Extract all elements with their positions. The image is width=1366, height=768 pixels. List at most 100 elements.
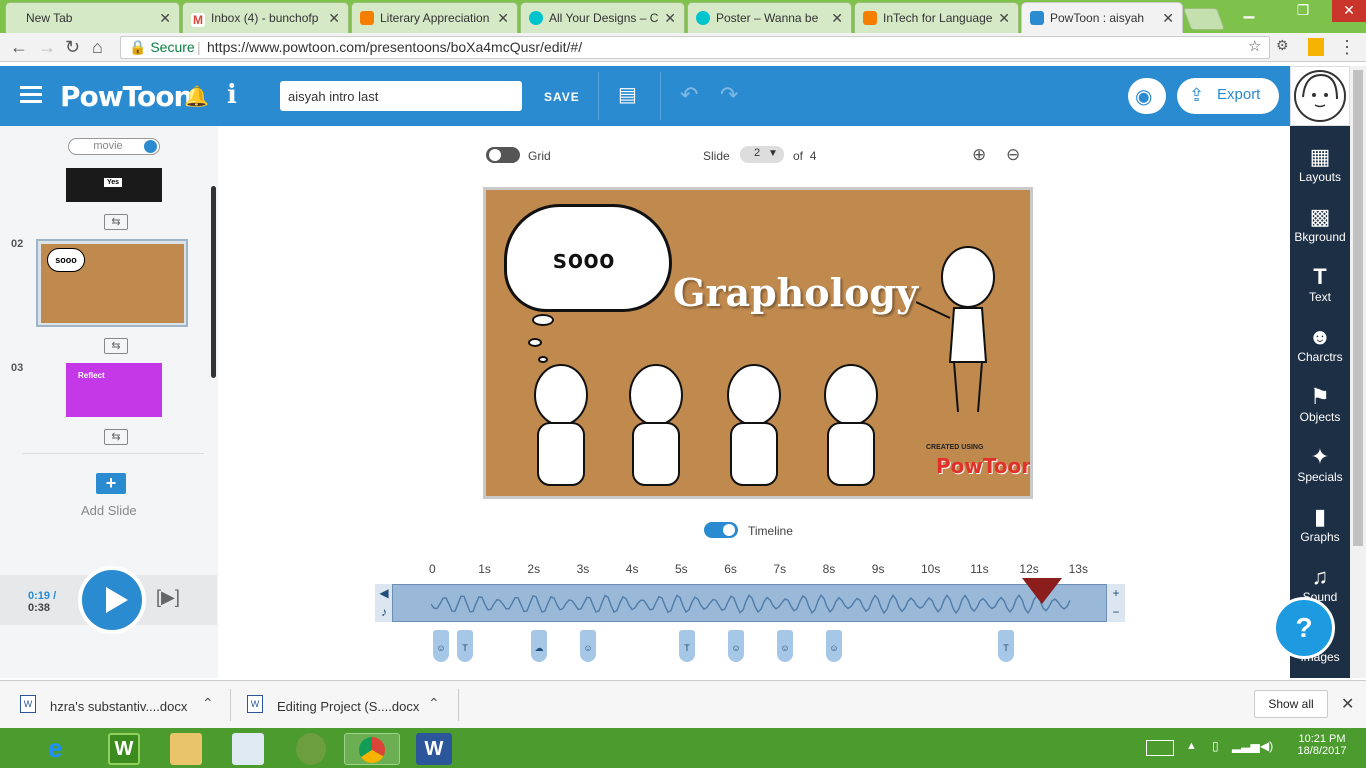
background-button[interactable]: ▩ Bkground (1290, 204, 1350, 244)
speaker-icon[interactable]: ◀ (375, 584, 393, 602)
add-slide-button[interactable]: + (96, 473, 126, 494)
chevron-up-icon[interactable]: ⌃ (202, 695, 214, 712)
movie-mode-toggle[interactable]: movie (68, 138, 160, 155)
zoom-out-icon[interactable]: ⊖ (1006, 145, 1026, 165)
show-all-button[interactable]: Show all (1254, 690, 1328, 718)
menu-icon[interactable]: ⋮ (1338, 37, 1356, 58)
app-icon[interactable] (232, 733, 264, 765)
slide-thumbnail-1[interactable]: Yes (66, 168, 162, 202)
new-tab-button[interactable] (1182, 8, 1226, 30)
signal-icon[interactable]: ▂▃▅ (1232, 739, 1260, 753)
characters-button[interactable]: ☻ Charctrs (1290, 324, 1350, 364)
zoom-in-icon[interactable]: ⊕ (972, 145, 992, 165)
timeline-toggle[interactable] (704, 522, 738, 538)
timeline-element-marker[interactable]: ☺ (433, 630, 449, 662)
minimize-icon[interactable]: ▁ (1234, 0, 1264, 22)
browser-tab-active[interactable]: PowToon : aisyah ✕ (1021, 2, 1183, 33)
slide-thumbnail-3[interactable]: Reflect (66, 363, 162, 417)
close-icon[interactable]: ✕ (831, 10, 843, 27)
timeline-element-marker[interactable]: T (679, 630, 695, 662)
browser-tab[interactable]: M Inbox (4) - bunchofp ✕ (182, 2, 349, 33)
tray-expand-icon[interactable]: ▲ (1186, 740, 1197, 752)
redo-icon[interactable]: ↷ (720, 82, 738, 108)
slide-canvas[interactable]: sooo Graphology CREATED USING PowToon (483, 187, 1033, 499)
close-icon[interactable]: ✕ (328, 10, 340, 27)
preview-button[interactable]: ◉ (1128, 78, 1166, 114)
play-button[interactable] (78, 566, 146, 634)
close-icon[interactable]: ✕ (497, 10, 509, 27)
timeline-element-marker[interactable]: ☁ (531, 630, 547, 662)
forward-icon[interactable]: → (38, 37, 56, 58)
extension-icon[interactable]: ⚙ (1276, 37, 1289, 54)
panel-scrollbar[interactable] (211, 186, 216, 378)
bell-icon[interactable]: 🔔 (184, 84, 209, 109)
objects-button[interactable]: ⚑ Objects (1290, 384, 1350, 424)
star-icon[interactable]: ☆ (1248, 37, 1261, 55)
info-icon[interactable]: i (227, 80, 237, 110)
slide-thumbnail-2[interactable]: sooo (41, 244, 184, 323)
slide-title-text[interactable]: Graphology (673, 270, 918, 315)
transition-button[interactable]: ⇆ (104, 338, 128, 354)
close-icon[interactable]: ✕ (159, 10, 171, 27)
home-icon[interactable]: ⌂ (92, 37, 103, 58)
characters-group[interactable] (516, 355, 896, 495)
download-item[interactable]: hzra's substantiv....docx (50, 699, 187, 714)
zoom-plus-icon[interactable]: + (1107, 584, 1125, 602)
layouts-button[interactable]: ▦ Layouts (1290, 144, 1350, 184)
close-icon[interactable]: ✕ (1162, 10, 1174, 27)
undo-icon[interactable]: ↶ (680, 82, 698, 108)
export-button[interactable]: ⇪ Export (1177, 78, 1279, 114)
browser-tab[interactable]: Literary Appreciation ✕ (351, 2, 518, 33)
bubble-text[interactable]: sooo (552, 245, 615, 275)
system-clock[interactable]: 10:21 PM 18/8/2017 (1282, 733, 1362, 757)
browser-tab[interactable]: All Your Designs – C ✕ (520, 2, 685, 33)
browser-tab[interactable]: New Tab ✕ (5, 2, 180, 33)
back-icon[interactable]: ← (10, 37, 28, 58)
grid-toggle[interactable] (486, 147, 520, 163)
music-icon[interactable]: ♪ (375, 603, 393, 621)
internet-explorer-icon[interactable]: e (48, 733, 62, 764)
chevron-up-icon[interactable]: ⌃ (428, 695, 440, 712)
volume-icon[interactable]: ◀) (1260, 739, 1273, 753)
chrome-taskbar-button[interactable] (344, 733, 400, 765)
help-button[interactable]: ? (1273, 597, 1335, 659)
transition-button[interactable]: ⇆ (104, 429, 128, 445)
close-icon[interactable]: ✕ (1341, 694, 1354, 714)
reload-icon[interactable]: ↻ (65, 37, 80, 58)
specials-button[interactable]: ✦ Specials (1290, 444, 1350, 484)
browser-tab[interactable]: InTech for Language ✕ (854, 2, 1019, 33)
wps-icon[interactable]: W (108, 733, 140, 765)
preview-frame-icon[interactable]: [▶] (156, 587, 196, 613)
graphs-button[interactable]: ▮ Graphs (1290, 504, 1350, 544)
close-window-icon[interactable]: ✕ (1332, 0, 1366, 22)
hamburger-icon[interactable] (20, 86, 42, 104)
close-icon[interactable]: ✕ (998, 10, 1010, 27)
browser-tab[interactable]: Poster – Wanna be ✕ (687, 2, 852, 33)
timeline-element-marker[interactable]: T (998, 630, 1014, 662)
zoom-minus-icon[interactable]: − (1107, 603, 1125, 621)
timeline-element-marker[interactable]: ☺ (777, 630, 793, 662)
battery-icon[interactable]: ▯ (1212, 739, 1219, 753)
timeline-element-marker[interactable]: ☺ (580, 630, 596, 662)
evernote-icon[interactable] (296, 733, 326, 765)
woman-character[interactable] (916, 242, 1006, 417)
app-logo[interactable]: PowToon (60, 80, 193, 113)
transition-button[interactable]: ⇆ (104, 214, 128, 230)
download-item[interactable]: Editing Project (S....docx (277, 699, 419, 714)
keyboard-icon[interactable] (1146, 740, 1174, 756)
slide-selector[interactable]: 2 ▼ (740, 146, 784, 163)
avatar[interactable] (1290, 66, 1350, 126)
document-icon[interactable]: ▤ (618, 82, 637, 107)
scrollbar-thumb[interactable] (1353, 70, 1363, 546)
timeline-track[interactable] (375, 584, 1125, 622)
timeline-playhead[interactable] (1022, 578, 1063, 604)
download-icon[interactable] (1308, 38, 1324, 56)
timeline-element-marker[interactable]: T (457, 630, 473, 662)
word-icon[interactable]: W (416, 733, 452, 765)
maximize-icon[interactable]: ❐ (1288, 0, 1318, 22)
close-icon[interactable]: ✕ (664, 10, 676, 27)
timeline-element-marker[interactable]: ☺ (728, 630, 744, 662)
file-explorer-icon[interactable] (170, 733, 202, 765)
timeline-element-marker[interactable]: ☺ (826, 630, 842, 662)
save-button[interactable]: SAVE (544, 90, 580, 104)
